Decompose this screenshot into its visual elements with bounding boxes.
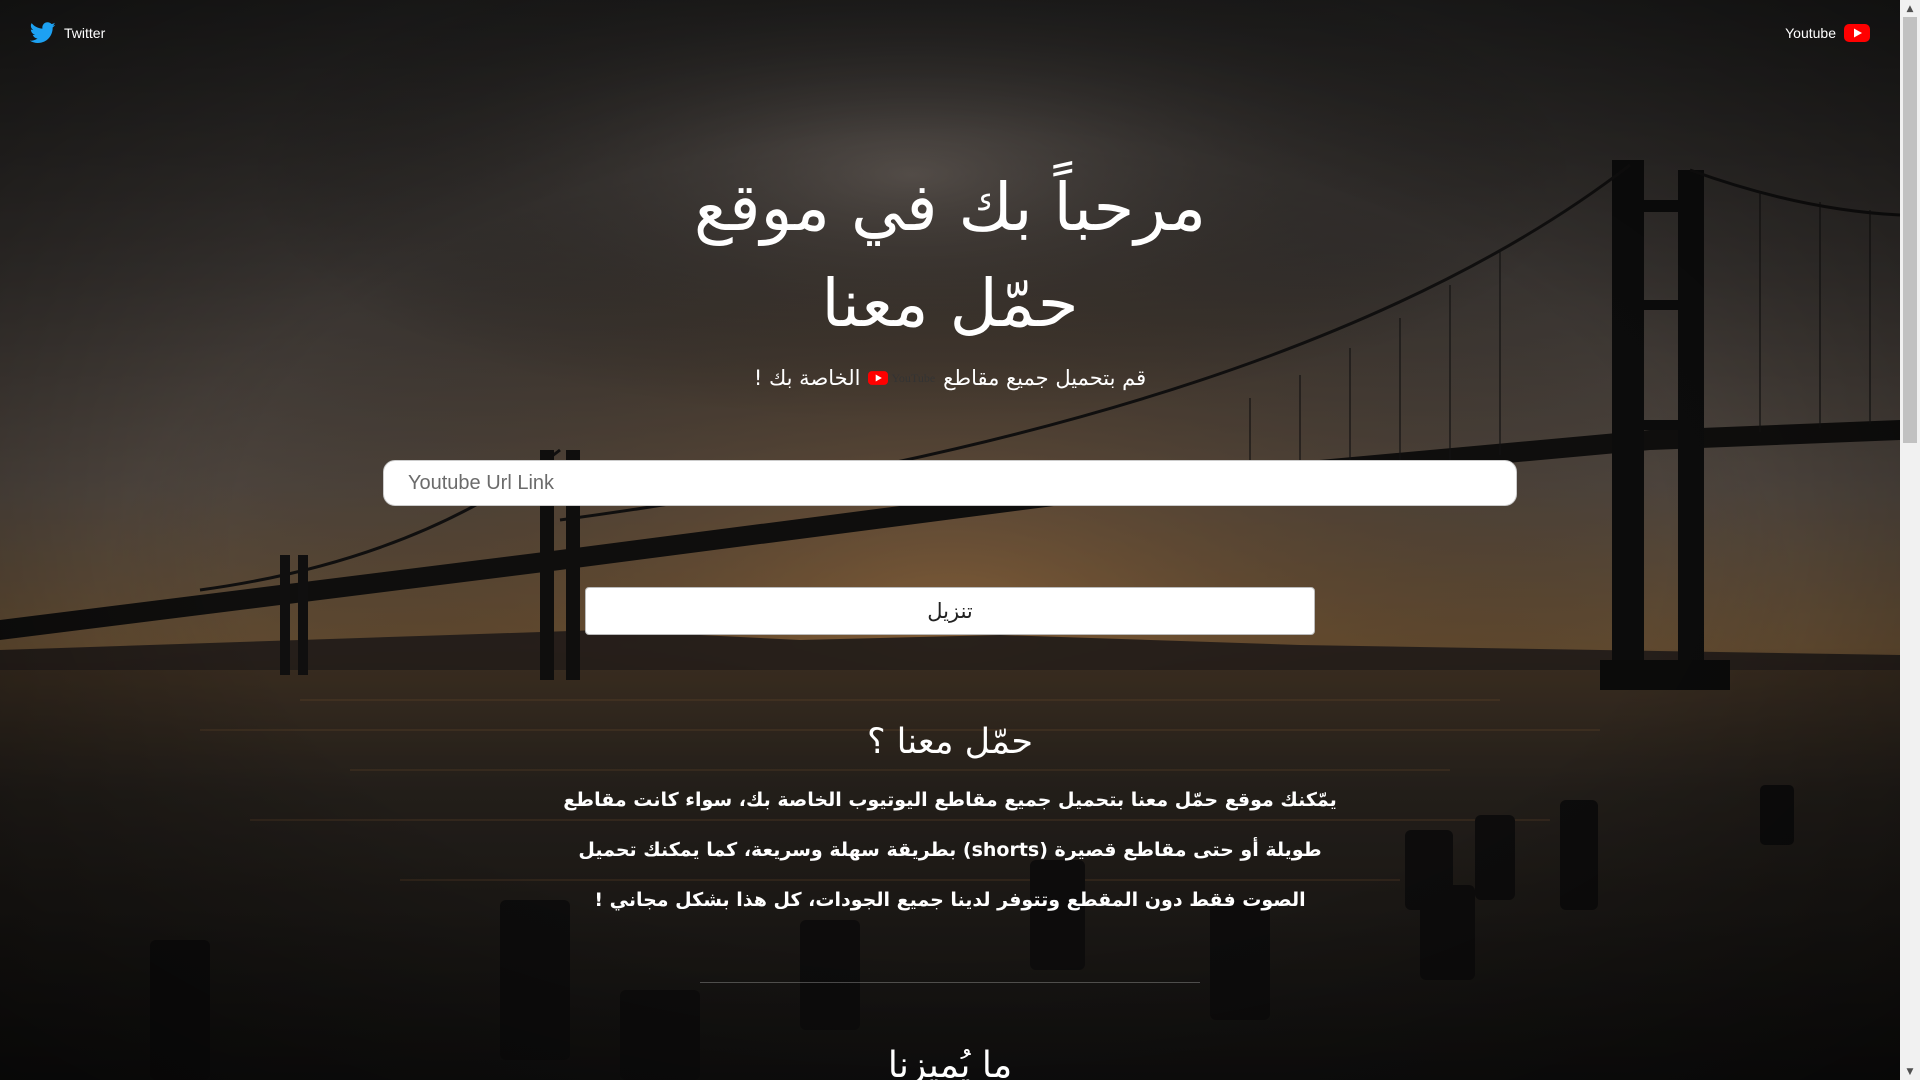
page: Twitter Youtube مرحباً بك في موقع حمّل م…	[0, 0, 1920, 1080]
subtitle-after: الخاصة بك !	[753, 366, 861, 390]
scroll-thumb[interactable]	[1903, 17, 1917, 443]
download-button[interactable]: تنزيل	[585, 587, 1315, 635]
main-content: مرحباً بك في موقع حمّل معنا قم بتحميل جم…	[0, 0, 1900, 1080]
youtube-logo-text: YouTube	[891, 370, 936, 385]
section-divider	[700, 982, 1200, 983]
youtube-mini-logo: YouTube	[868, 371, 935, 386]
scroll-down-arrow-icon[interactable]: ▼	[1900, 1063, 1920, 1080]
youtube-url-input[interactable]	[383, 460, 1517, 506]
about-text: يمّكنك موقع حمّل معنا بتحميل جميع مقاطع …	[563, 789, 1337, 911]
page-scrollbar[interactable]: ▲ ▼	[1900, 0, 1920, 1080]
about-title: حمّل معنا ؟	[866, 722, 1034, 762]
scroll-up-arrow-icon[interactable]: ▲	[1900, 0, 1920, 17]
hero-subtitle: قم بتحميل جميع مقاطع YouTube الخاصة بك !	[500, 366, 1400, 390]
features-title: ما يُميزنا	[887, 1045, 1013, 1080]
hero-title-line2: حمّل معنا	[821, 265, 1079, 342]
youtube-logo-icon	[868, 371, 889, 385]
hero-title-line1: مرحباً بك في موقع	[693, 169, 1207, 246]
subtitle-before: قم بتحميل جميع مقاطع	[943, 366, 1147, 390]
hero-title: مرحباً بك في موقع حمّل معنا	[450, 160, 1450, 352]
